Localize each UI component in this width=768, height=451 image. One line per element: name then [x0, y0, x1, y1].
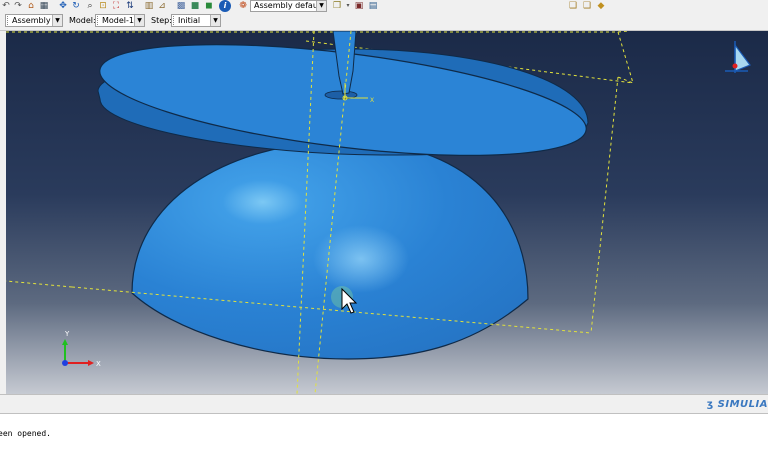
view-compass-icon[interactable]: [725, 41, 751, 73]
message-line: een opened.: [0, 429, 51, 438]
triad-y-label: Y: [64, 330, 70, 338]
model-label: Model:: [69, 16, 96, 25]
grip-handle: [97, 16, 101, 25]
rotate-icon[interactable]: ↻: [70, 0, 82, 12]
chevron-down-icon: ▼: [210, 15, 220, 26]
render-style-combo[interactable]: Assembly defaults ▼: [250, 0, 327, 12]
chevron-down-icon: ▼: [134, 15, 144, 26]
step-combo[interactable]: Initial ▼: [171, 14, 221, 27]
coordinate-triad: X Y: [62, 330, 101, 368]
step-value: Initial: [178, 16, 201, 25]
main-toolbar: ↶ ↷ ⌂ ▦ ✥ ↻ ⌕ ⊡ ⛶ ⇅ ▥ ⊿ ▩ ■ ◼ i ❁ Assemb…: [0, 0, 768, 14]
instance-icon[interactable]: ◆: [595, 0, 607, 12]
context-bar: Assembly ▼ Model: Model-1 ▼ Step: Initia…: [0, 13, 768, 31]
grip-handle: [173, 16, 177, 25]
palette-icon[interactable]: ◼: [203, 0, 215, 12]
pan-icon[interactable]: ✥: [57, 0, 69, 12]
triad-x-label: X: [96, 360, 101, 368]
query-icon[interactable]: ❁: [237, 0, 249, 12]
instance-icon[interactable]: ❑: [581, 0, 593, 12]
auto-fit-icon[interactable]: ⛶: [110, 0, 122, 12]
chevron-down-icon: ▼: [52, 15, 62, 26]
magnify-icon[interactable]: ⌕: [84, 0, 96, 12]
instance-icon[interactable]: ❑: [567, 0, 579, 12]
info-icon[interactable]: i: [219, 0, 231, 12]
step-label: Step:: [151, 16, 172, 25]
view-iso-icon[interactable]: ⊿: [156, 0, 168, 12]
chevron-down-icon: ▼: [316, 1, 326, 11]
undo-icon[interactable]: ↶: [0, 0, 12, 12]
render-shaded-icon[interactable]: ▩: [175, 0, 187, 12]
model-canvas[interactable]: X X Y: [6, 31, 768, 394]
assembly-icon[interactable]: ▣: [353, 0, 365, 12]
model-value: Model-1: [102, 16, 134, 25]
home-icon[interactable]: ⌂: [25, 0, 37, 12]
zoom-box-icon[interactable]: ⊡: [97, 0, 109, 12]
datum-axis-label: X: [370, 97, 374, 104]
redo-icon[interactable]: ↷: [12, 0, 24, 12]
module-value: Assembly: [12, 16, 51, 25]
brand-label: SIMULIA: [717, 399, 768, 410]
model-combo[interactable]: Model-1 ▼: [95, 14, 145, 27]
message-area[interactable]: een opened.: [0, 413, 768, 451]
ds-logo-icon: ʒ: [706, 399, 714, 410]
view-front-icon[interactable]: ▥: [143, 0, 155, 12]
message-area-header: ʒ SIMULIA: [0, 394, 768, 414]
simulia-logo: ʒ SIMULIA: [707, 399, 768, 410]
specular-highlight: [313, 225, 409, 293]
translate-icon[interactable]: ▤: [367, 0, 379, 12]
cycle-views-icon[interactable]: ⇅: [124, 0, 136, 12]
viewport[interactable]: X X Y: [6, 31, 768, 394]
module-combo[interactable]: Assembly ▼: [5, 14, 63, 27]
color-code-icon[interactable]: ■: [189, 0, 201, 12]
print-icon[interactable]: ▦: [38, 0, 50, 12]
grip-handle: [7, 16, 11, 25]
